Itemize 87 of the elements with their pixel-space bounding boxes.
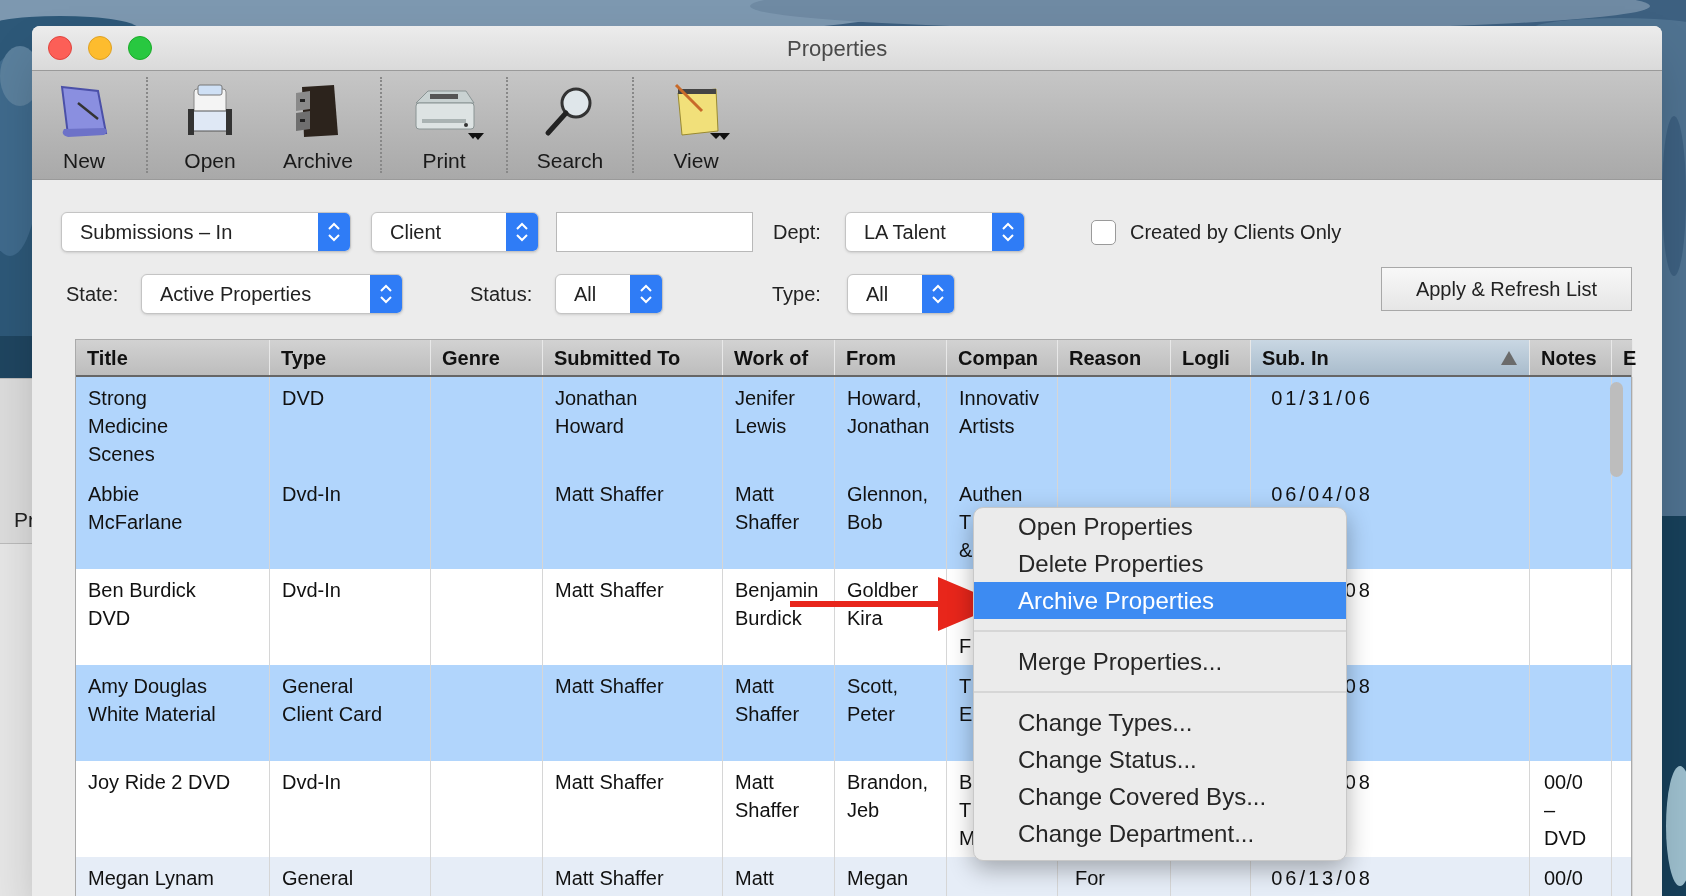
apply-refresh-button[interactable]: Apply & Refresh List <box>1381 267 1632 311</box>
table-cell-text: Matt Shaffer <box>555 866 664 891</box>
toolbar-button[interactable]: Open <box>160 71 260 179</box>
table-cell-text: Dvd-In <box>282 578 341 603</box>
state-label: State: <box>66 282 120 307</box>
chevrons-icon <box>931 282 945 306</box>
table-cell-text: General <box>282 866 354 891</box>
dropdown[interactable]: Submissions – In <box>61 212 351 252</box>
table-cell-text: Goldber Kira <box>847 578 919 631</box>
dept-label: Dept: <box>772 220 822 245</box>
toolbar-button[interactable]: Print <box>394 71 494 179</box>
type-label: Type: <box>772 282 822 307</box>
column-header[interactable]: Type <box>270 340 431 375</box>
menu-item[interactable]: Change Department... <box>974 815 1346 852</box>
table-cell-text: Dvd-In <box>282 770 341 795</box>
chevrons-icon <box>639 282 653 306</box>
chevrons-icon <box>327 220 341 244</box>
table-cell-text: DVD <box>282 386 325 411</box>
column-header[interactable]: Title <box>76 340 270 375</box>
table-cell-text: Megan <box>847 866 909 891</box>
table-cell-text: T E <box>959 674 973 727</box>
checkbox-label: Created by Clients Only <box>1130 220 1342 245</box>
table-cell-text: Matt Shaffer <box>555 578 664 603</box>
table-cell-text: 06/13/08 <box>1270 866 1373 891</box>
table-cell-text: Benjamin Burdick <box>735 578 819 631</box>
column-header[interactable]: Work of <box>723 340 835 375</box>
table-cell-text: Joy Ride 2 DVD <box>88 770 231 795</box>
table-cell-text: Howard, Jonathan <box>847 386 930 439</box>
table-cell-text: Amy Douglas White Material <box>88 674 216 727</box>
status-label: Status: <box>470 282 534 307</box>
table-cell-text: Matt <box>735 866 774 891</box>
table-cell-text: Innovativ Artists <box>959 386 1040 439</box>
column-header[interactable]: Logli <box>1171 340 1251 375</box>
menu-item[interactable]: Change Covered Bys... <box>974 778 1346 815</box>
table-cell-text: Scott, Peter <box>847 674 899 727</box>
table-cell-text: 06/04/08 <box>1270 482 1373 507</box>
chevrons-icon <box>515 220 529 244</box>
table-cell-text: 01/31/06 <box>1270 386 1373 411</box>
toolbar-button[interactable]: Archive <box>268 71 368 179</box>
sort-ascending-icon <box>1501 351 1517 365</box>
column-header[interactable]: Genre <box>431 340 543 375</box>
table-row[interactable]: Strong Medicine Scenes DVD Jonathan Howard Jenifer Lewis Howard, Jonathan Innovativ Artists 01/31/06 <box>76 377 1631 473</box>
table-cell-text: Matt Shaffer <box>735 482 800 535</box>
chevrons-icon <box>379 282 393 306</box>
table-cell-text: Jenifer Lewis <box>735 386 796 439</box>
table-cell-text: Abbie McFarlane <box>88 482 183 535</box>
table-cell-text: F <box>959 634 972 659</box>
table-cell-text: General Client Card <box>282 674 383 727</box>
menu-item[interactable]: Change Types... <box>974 704 1346 741</box>
column-header[interactable]: Reason <box>1058 340 1171 375</box>
toolbar-button[interactable]: Search <box>520 71 620 179</box>
table-cell-text: Matt Shaffer <box>555 674 664 699</box>
checkbox[interactable] <box>1091 219 1116 245</box>
dropdown[interactable]: Active Properties <box>141 274 403 314</box>
table-cell-text: Megan Lynam <box>88 866 214 891</box>
dropdown[interactable]: All <box>847 274 955 314</box>
table-cell-text: 00/0 – DVD <box>1544 770 1587 851</box>
column-header[interactable]: Compan <box>947 340 1058 375</box>
table-row[interactable]: Megan Lynam General Matt Shaffer Matt Megan For 06/13/08 00/0 <box>76 857 1631 896</box>
dropdown[interactable]: LA Talent <box>845 212 1025 252</box>
table-cell-text: Jonathan Howard <box>555 386 638 439</box>
table-cell-text: Matt Shaffer <box>555 482 664 507</box>
column-header[interactable]: Notes <box>1530 340 1612 375</box>
table-cell-text: Dvd-In <box>282 482 341 507</box>
table-cell-text: Ben Burdick DVD <box>88 578 196 631</box>
table-cell-text: Matt Shaffer <box>735 674 800 727</box>
table-cell-text: For <box>1075 866 1105 891</box>
table-cell-text: Strong Medicine Scenes <box>88 386 169 467</box>
zoom-button[interactable] <box>128 36 152 60</box>
table-cell-text: 00/0 <box>1544 866 1583 891</box>
toolbar-button[interactable]: New <box>34 71 134 179</box>
scrollbar-thumb[interactable] <box>1610 382 1623 477</box>
column-header[interactable]: Submitted To <box>543 340 723 375</box>
table-cell-text: Glennon, Bob <box>847 482 929 535</box>
table-cell-text: Matt Shaffer <box>735 770 800 823</box>
minimize-button[interactable] <box>88 36 112 60</box>
dropdown[interactable]: Client <box>371 212 539 252</box>
table-cell-text: Matt Shaffer <box>555 770 664 795</box>
table-cell-text: Brandon, Jeb <box>847 770 929 823</box>
dropdown[interactable]: All <box>555 274 663 314</box>
column-header[interactable]: From <box>835 340 947 375</box>
toolbar-button[interactable]: View <box>646 71 746 179</box>
close-button[interactable] <box>48 36 72 60</box>
column-header[interactable]: Sub. In <box>1251 340 1530 375</box>
chevrons-icon <box>1001 220 1015 244</box>
window-title: Properties <box>787 34 888 63</box>
search-field[interactable] <box>556 212 753 252</box>
